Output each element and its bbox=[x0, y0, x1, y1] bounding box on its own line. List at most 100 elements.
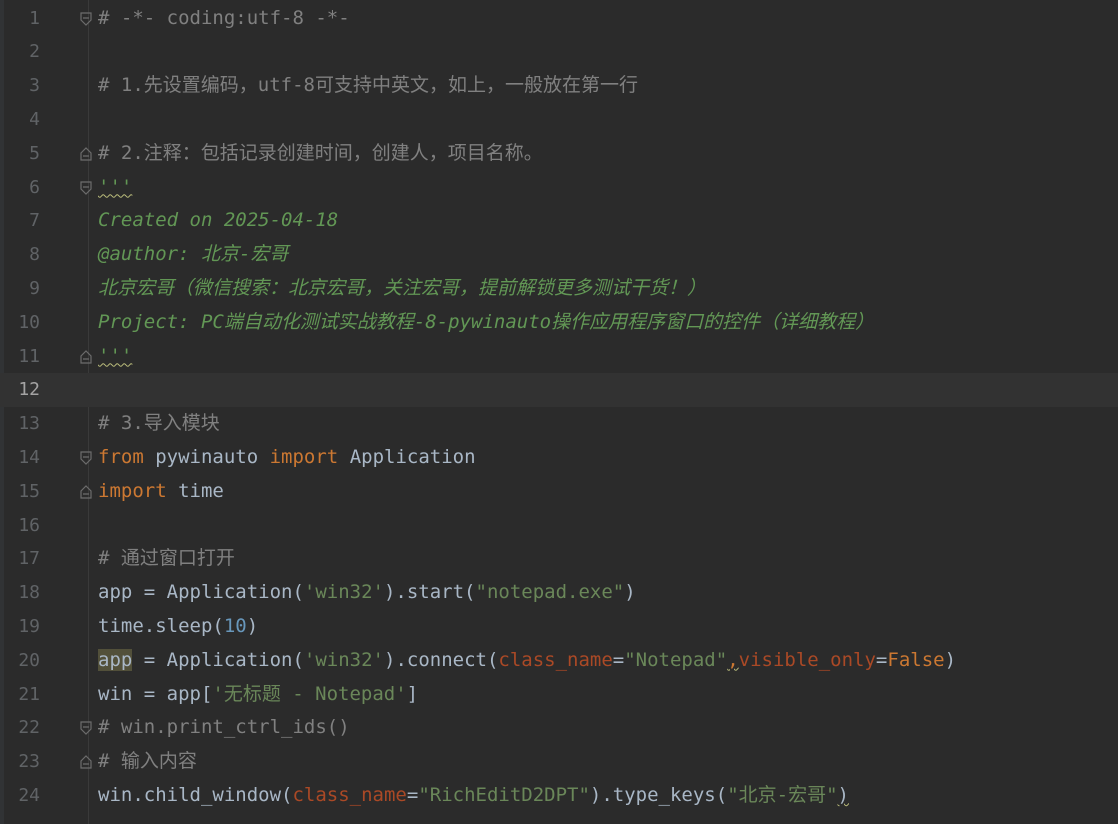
code-line-23[interactable]: 23 # 输入内容 bbox=[0, 745, 1118, 779]
code-token: win = app[ bbox=[98, 682, 213, 705]
code-token: ).connect( bbox=[384, 648, 499, 671]
fold-open-icon[interactable] bbox=[80, 721, 92, 736]
code-token: ) bbox=[624, 581, 636, 604]
line-number: 6 bbox=[29, 176, 40, 198]
code-line-12[interactable]: 12 bbox=[0, 373, 1118, 408]
line-number: 15 bbox=[18, 480, 40, 502]
line-number: 8 bbox=[29, 244, 40, 266]
code-token: Application bbox=[338, 445, 476, 468]
fold-open-icon[interactable] bbox=[80, 180, 92, 195]
code-token: "notepad.exe" bbox=[475, 581, 625, 604]
line-number: 3 bbox=[29, 75, 40, 97]
line-number: 7 bbox=[29, 210, 40, 232]
code-token: = bbox=[875, 648, 888, 671]
code-token: ] bbox=[406, 682, 419, 705]
code-text[interactable]: # win.print_ctrl_ids() bbox=[98, 711, 350, 745]
code-token: import bbox=[269, 445, 339, 468]
code-token: "北京-宏哥" bbox=[727, 783, 838, 806]
code-token: 'win32' bbox=[303, 581, 384, 604]
code-line-22[interactable]: 22 # win.print_ctrl_ids() bbox=[0, 711, 1118, 745]
code-line-7[interactable]: 7 Created on 2025-04-18 bbox=[0, 204, 1118, 238]
code-token: pywinauto bbox=[143, 445, 270, 468]
code-line-19[interactable]: 19 time.sleep(10) bbox=[0, 610, 1118, 644]
fold-open-icon[interactable] bbox=[80, 11, 92, 26]
code-line-4[interactable]: 4 bbox=[0, 103, 1118, 137]
code-token: '无标题 - Notepad' bbox=[212, 682, 407, 705]
code-line-13[interactable]: 13 # 3.导入模块 bbox=[0, 407, 1118, 441]
code-line-15[interactable]: 15 import time bbox=[0, 475, 1118, 509]
code-line-24[interactable]: 24 win.child_window(class_name="RichEditD… bbox=[0, 779, 1118, 813]
code-token: # 通过窗口打开 bbox=[98, 547, 235, 570]
code-text[interactable]: win.child_window(class_name="RichEditD2D… bbox=[98, 779, 849, 813]
code-text[interactable]: # 1.先设置编码，utf-8可支持中英文，如上，一般放在第一行 bbox=[98, 69, 638, 103]
code-line-17[interactable]: 17 # 通过窗口打开 bbox=[0, 542, 1118, 576]
code-line-20[interactable]: 20 app = Application('win32').connect(cla… bbox=[0, 644, 1118, 678]
code-token: ) bbox=[837, 783, 849, 806]
fold-end-icon[interactable] bbox=[80, 484, 92, 499]
code-line-3[interactable]: 3 # 1.先设置编码，utf-8可支持中英文，如上，一般放在第一行 bbox=[0, 69, 1118, 103]
code-line-10[interactable]: 10 Project: PC端自动化测试实战教程-8-pywinauto操作应用程… bbox=[0, 306, 1118, 340]
line-number: 11 bbox=[18, 345, 40, 367]
code-token: = bbox=[612, 648, 625, 671]
code-line-1[interactable]: 1 # -*- coding:utf-8 -*- bbox=[0, 2, 1118, 36]
line-number: 24 bbox=[18, 784, 40, 806]
code-text[interactable]: Created on 2025-04-18 bbox=[98, 204, 338, 238]
code-text[interactable]: win = app['无标题 - Notepad'] bbox=[98, 678, 418, 712]
code-token: 'win32' bbox=[303, 648, 384, 671]
code-text[interactable]: # 输入内容 bbox=[98, 745, 197, 779]
code-token: "RichEditD2DPT" bbox=[418, 783, 590, 806]
code-token: ) bbox=[944, 648, 957, 671]
code-text[interactable]: @author: 北京-宏哥 bbox=[98, 238, 288, 272]
code-token: 北京宏哥（微信搜索：北京宏哥，关注宏哥，提前解锁更多测试干货！） bbox=[98, 276, 707, 299]
code-text[interactable]: # -*- coding:utf-8 -*- bbox=[98, 2, 350, 36]
code-token: time bbox=[166, 479, 224, 502]
line-number: 4 bbox=[29, 108, 40, 130]
code-text[interactable]: # 通过窗口打开 bbox=[98, 542, 235, 576]
code-text[interactable]: time.sleep(10) bbox=[98, 610, 258, 644]
code-token: # -*- coding:utf-8 -*- bbox=[98, 6, 350, 29]
line-number: 2 bbox=[29, 41, 40, 63]
code-line-8[interactable]: 8 @author: 北京-宏哥 bbox=[0, 238, 1118, 272]
code-text[interactable]: import time bbox=[98, 475, 224, 509]
fold-end-icon[interactable] bbox=[80, 146, 92, 161]
code-line-11[interactable]: 11 ''' bbox=[0, 340, 1118, 374]
line-number: 19 bbox=[18, 615, 40, 637]
code-text[interactable]: # 3.导入模块 bbox=[98, 407, 220, 441]
code-text[interactable]: ''' bbox=[98, 171, 132, 205]
code-token: 10 bbox=[223, 614, 247, 637]
code-text[interactable]: Project: PC端自动化测试实战教程-8-pywinauto操作应用程序窗… bbox=[98, 306, 874, 340]
code-token: = Application( bbox=[132, 648, 304, 671]
code-line-21[interactable]: 21 win = app['无标题 - Notepad'] bbox=[0, 678, 1118, 712]
code-text[interactable]: app = Application('win32').start("notepa… bbox=[98, 576, 636, 610]
code-token: False bbox=[887, 648, 945, 671]
code-line-16[interactable]: 16 bbox=[0, 509, 1118, 543]
fold-end-icon[interactable] bbox=[80, 349, 92, 364]
code-line-5[interactable]: 5 # 2.注释：包括记录创建时间，创建人，项目名称。 bbox=[0, 137, 1118, 171]
code-text[interactable]: 北京宏哥（微信搜索：北京宏哥，关注宏哥，提前解锁更多测试干货！） bbox=[98, 272, 706, 306]
code-text[interactable]: app = Application('win32').connect(class… bbox=[98, 644, 956, 678]
code-token: Project: PC端自动化测试实战教程-8-pywinauto操作应用程序窗… bbox=[98, 310, 875, 333]
code-token: app = Application( bbox=[98, 581, 304, 604]
code-line-18[interactable]: 18 app = Application('win32').start("note… bbox=[0, 576, 1118, 610]
code-line-14[interactable]: 14 from pywinauto import Application bbox=[0, 441, 1118, 475]
code-token: ''' bbox=[98, 175, 133, 198]
line-number: 18 bbox=[18, 582, 40, 604]
code-line-6[interactable]: 6 ''' bbox=[0, 171, 1118, 205]
code-text[interactable]: from pywinauto import Application bbox=[98, 441, 476, 475]
line-number: 17 bbox=[18, 548, 40, 570]
code-token: from bbox=[98, 445, 144, 468]
code-line-2[interactable]: 2 bbox=[0, 35, 1118, 69]
line-number: 14 bbox=[18, 446, 40, 468]
code-token: # 2.注释：包括记录创建时间，创建人，项目名称。 bbox=[98, 141, 543, 164]
code-token: import bbox=[98, 479, 167, 502]
code-text[interactable]: # 2.注释：包括记录创建时间，创建人，项目名称。 bbox=[98, 137, 543, 171]
code-token: ).type_keys( bbox=[589, 783, 728, 806]
code-token: @author: 北京-宏哥 bbox=[98, 243, 289, 266]
code-line-9[interactable]: 9 北京宏哥（微信搜索：北京宏哥，关注宏哥，提前解锁更多测试干货！） bbox=[0, 272, 1118, 306]
fold-open-icon[interactable] bbox=[80, 451, 92, 465]
fold-end-icon[interactable] bbox=[80, 755, 92, 769]
line-number: 16 bbox=[18, 514, 40, 536]
code-token: class_name bbox=[292, 783, 407, 806]
code-editor[interactable]: 1 # -*- coding:utf-8 -*- 2 3 # 1.先设置编码，utf-8… bbox=[0, 0, 1118, 824]
code-text[interactable]: ''' bbox=[98, 340, 132, 374]
